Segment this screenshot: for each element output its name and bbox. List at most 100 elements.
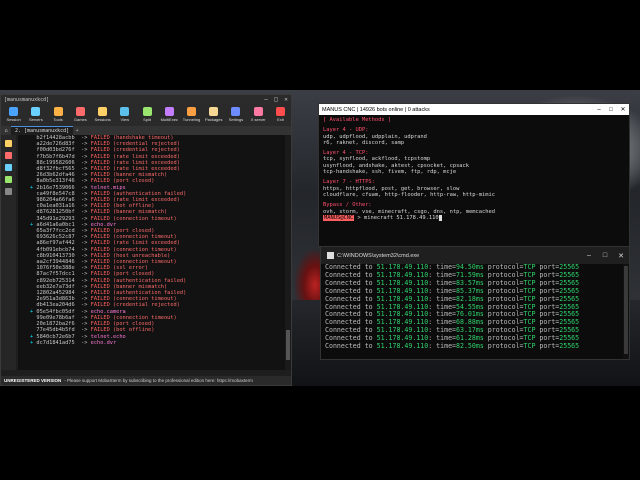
maximize-button[interactable]: □: [271, 96, 281, 103]
protocol-label: protocol=: [483, 326, 524, 335]
cnc-window-title: MANUS CNC | 14926 bots online | 0 attack…: [322, 106, 430, 113]
protocol-value: TCP: [523, 302, 536, 311]
toolbar-exit-button[interactable]: Exit: [270, 104, 291, 122]
line-status: FAILED: [90, 246, 110, 253]
maximize-button[interactable]: □: [597, 252, 613, 259]
failure-reason: (connection timeout): [109, 246, 177, 253]
failure-reason: (port closed): [109, 178, 155, 185]
protocol-label: protocol=: [483, 278, 524, 287]
cnc-titlebar[interactable]: MANUS CNC | 14926 bots online | 0 attack…: [319, 104, 629, 115]
minimize-button[interactable]: –: [593, 107, 605, 113]
connected-prefix: Connected to: [325, 286, 377, 295]
line-status: FAILED: [90, 259, 110, 266]
tools-icon[interactable]: [5, 152, 12, 159]
minimize-button[interactable]: –: [581, 252, 597, 259]
port-label: port=: [535, 286, 560, 295]
connected-prefix: Connected to: [325, 334, 377, 343]
protocol-value: TCP: [523, 278, 536, 287]
toolbar-packages-button[interactable]: Packages: [203, 104, 224, 122]
cnc-window: MANUS CNC | 14926 bots online | 0 attack…: [318, 103, 630, 247]
bot-id: 693626c52c87: [36, 234, 75, 241]
failure-reason: (connection timeout): [109, 259, 177, 266]
cmd-scrollbar[interactable]: [623, 264, 629, 359]
toolbar-label: Session: [6, 117, 21, 122]
port-label: port=: [535, 270, 560, 279]
port-value: 25565: [559, 278, 580, 287]
toolbar-label: MultiExec: [160, 117, 178, 122]
protocol-label: protocol=: [483, 263, 524, 271]
cnc-prompt[interactable]: MANUS@CNC > minecraft 51.178.49.110_: [323, 214, 629, 221]
bot-id: eeb32e7a73df: [36, 283, 75, 290]
line-status: FAILED: [90, 197, 110, 204]
protocol-value: TCP: [523, 342, 536, 351]
maximize-button[interactable]: □: [605, 107, 617, 113]
desktop: [manusmanuxkcd] – □ ✕ Session Servers Tool…: [0, 0, 640, 480]
support-message[interactable]: - Please support MobaXterm by subscribin…: [64, 378, 253, 383]
terminal-scrollbar[interactable]: [285, 135, 291, 370]
bot-id: 345d91e29293: [36, 215, 75, 222]
failure-reason: (connection timeout): [109, 215, 177, 222]
toolbar-tunneling-button[interactable]: Tunneling: [181, 104, 202, 122]
cmd-terminal[interactable]: Connected to 51.178.49.110: time=94.50ms…: [321, 263, 629, 351]
toolbar-multiexec-button[interactable]: MultiExec: [159, 104, 180, 122]
sftp-icon[interactable]: [5, 176, 12, 183]
latency: 76.01ms: [456, 310, 484, 319]
toolbar-view-button[interactable]: View: [114, 104, 135, 122]
toolbar-tools-button[interactable]: Tools: [47, 104, 68, 122]
protocol-label: protocol=: [483, 294, 524, 303]
toolbar-games-button[interactable]: Games: [70, 104, 91, 122]
separator: : time=: [428, 302, 457, 311]
close-button[interactable]: ✕: [613, 252, 629, 260]
cmd-titlebar[interactable]: C:\WINDOWS\system32\cmd.exe – □ ✕: [321, 247, 629, 264]
new-tab-button[interactable]: +: [73, 128, 81, 134]
connected-prefix: Connected to: [325, 302, 377, 311]
view-icon: [120, 107, 130, 116]
session-tabs: ⌂ 2. [manusmanuxkcd] +: [1, 125, 291, 136]
close-button[interactable]: ✕: [281, 96, 291, 103]
protocol-value: TCP: [523, 326, 536, 335]
separator: : time=: [428, 294, 457, 303]
host-ip: 51.178.49.110: [376, 270, 429, 279]
arrow: ->: [74, 209, 91, 216]
arrow: ->: [74, 153, 91, 160]
bot-id: 8a0b5e313f46: [36, 178, 75, 185]
cnc-terminal[interactable]: [ Available Methods ] Layer 4 - UDP: udp, …: [319, 115, 629, 221]
macros-icon[interactable]: [5, 164, 12, 171]
settings-icon[interactable]: [5, 188, 12, 195]
toolbar-sessions-button[interactable]: Sessions: [92, 104, 113, 122]
toolbar-servers-button[interactable]: Servers: [25, 104, 46, 122]
toolbar-split-button[interactable]: Split: [136, 104, 157, 122]
connected-prefix: Connected to: [325, 270, 377, 279]
minimize-button[interactable]: –: [261, 96, 271, 103]
failure-reason: (authentication failed): [109, 190, 187, 197]
bot-id: 88c199582606: [36, 159, 75, 166]
toolbar-settings-button[interactable]: Settings: [225, 104, 246, 122]
line-status: FAILED: [90, 203, 110, 210]
arrow: ->: [74, 197, 91, 204]
toolbar-x-server-button[interactable]: X server: [248, 104, 269, 122]
terminal-output[interactable]: b2f14428acbb -> FAILED (handshake timeou…: [18, 135, 286, 370]
failure-reason: (rate limit exceeded): [109, 240, 180, 247]
port-value: 25565: [559, 294, 580, 303]
toolbar-label: Games: [73, 117, 87, 122]
port-value: 25565: [559, 302, 580, 311]
toolbar-session-button[interactable]: Session: [3, 104, 24, 122]
bot-id: aa2cf3944846: [36, 259, 75, 266]
mobaxterm-titlebar[interactable]: [manusmanuxkcd] – □ ✕: [1, 95, 291, 104]
sessions-star-icon[interactable]: [5, 140, 12, 147]
close-button[interactable]: ✕: [617, 106, 629, 113]
bot-id: ca49f8e547c8: [36, 190, 75, 197]
line-status: echo.dvr: [90, 339, 117, 346]
scrollbar-thumb[interactable]: [286, 330, 290, 360]
home-tab-icon[interactable]: ⌂: [1, 128, 11, 134]
scrollbar-thumb[interactable]: [624, 266, 628, 354]
protocol-label: protocol=: [483, 334, 524, 343]
connected-prefix: Connected to: [325, 326, 377, 335]
separator: : time=: [428, 334, 457, 343]
bot-id: b2f14428acbb: [36, 135, 75, 141]
tab-session-2[interactable]: 2. [manusmanuxkcd]: [11, 125, 74, 136]
connected-prefix: Connected to: [325, 342, 377, 351]
failure-reason: (port closed): [109, 321, 155, 328]
host-ip: 51.178.49.110: [376, 310, 429, 319]
bot-id: 986204a66fa6: [36, 197, 75, 204]
